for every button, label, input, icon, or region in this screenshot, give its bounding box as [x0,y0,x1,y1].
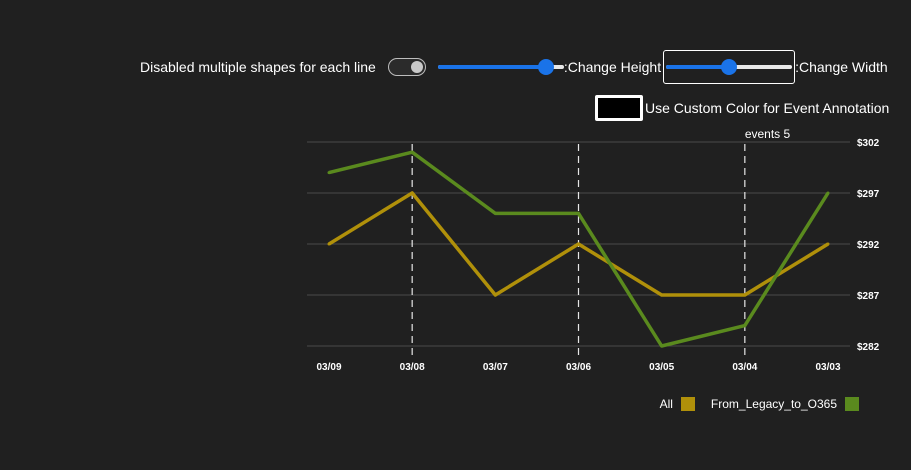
data-point [493,293,497,297]
legend-item[interactable]: All [660,397,695,411]
event-layer: events 5 [411,127,791,358]
y-tick-label: $302 [857,138,880,149]
y-tick-label: $297 [857,189,880,200]
legend-label: All [659,397,673,411]
legend-swatch [845,397,859,411]
data-point [410,150,414,154]
x-tick-label: 03/04 [732,362,757,373]
data-point [743,324,747,328]
x-tick-label: 03/05 [649,362,674,373]
data-point [743,293,747,297]
x-tick-label: 03/09 [316,362,341,373]
legend-label: From_Legacy_to_O365 [710,397,837,411]
data-point [577,211,580,215]
y-tick-label: $287 [857,291,880,302]
legend-item[interactable]: From_Legacy_to_O365 [711,397,859,411]
y-tick-label: $292 [857,240,880,251]
data-point [660,344,664,348]
data-point [410,191,414,195]
x-tick-label: 03/06 [566,362,591,373]
data-point [660,293,664,297]
data-point [826,191,830,195]
data-point [577,242,580,246]
event-label: events 5 [745,127,791,141]
y-axis: $302 $297 $292 $287 $282 [857,138,880,353]
x-tick-label: 03/07 [483,362,508,373]
data-point [493,211,497,215]
legend-swatch [680,397,695,411]
x-axis: 03/09 03/08 03/07 03/06 03/05 03/04 03/03 [316,362,840,373]
data-point [826,242,830,246]
x-tick-label: 03/03 [815,362,840,373]
data-point [327,171,331,175]
legend: All From_Legacy_to_O365 [644,397,859,411]
x-tick-label: 03/08 [400,362,425,373]
data-point [327,242,331,246]
y-tick-label: $282 [857,342,880,353]
